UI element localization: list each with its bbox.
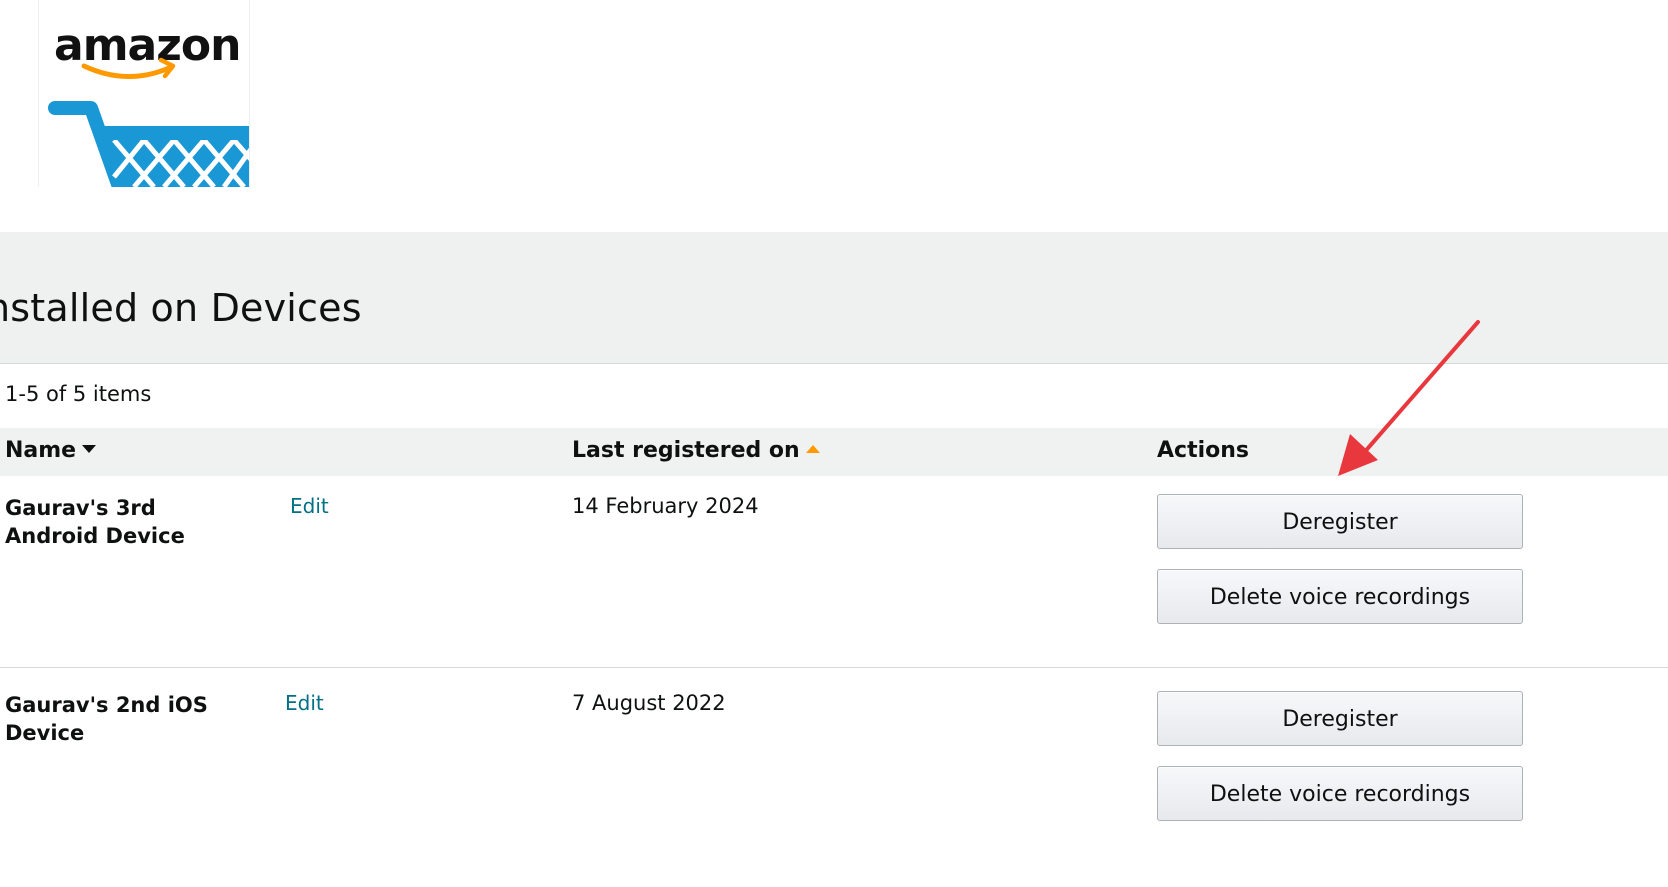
column-header-last-registered[interactable]: Last registered on [572, 438, 820, 463]
page-title: nstalled on Devices [0, 286, 362, 330]
column-header-actions-label: Actions [1157, 438, 1249, 463]
amazon-logo-graphic: amazon [48, 20, 249, 187]
item-count: 1-5 of 5 items [5, 382, 152, 406]
column-header-name-label: Name [5, 438, 77, 463]
column-header-name[interactable]: Name [5, 438, 97, 463]
table-header: Name Last registered on Actions [0, 428, 1668, 476]
deregister-button[interactable]: Deregister [1157, 691, 1523, 746]
last-registered-date: 14 February 2024 [572, 494, 759, 518]
page: amazon nstalled on Devices 1-5 of 5 item… [0, 0, 1668, 887]
device-name: Gaurav's 3rd Android Device [5, 496, 185, 548]
amazon-app-logo: amazon [38, 0, 250, 187]
table-row: Gaurav's 3rd Android Device Edit 14 Febr… [0, 494, 1668, 668]
shopping-cart-icon [48, 101, 249, 187]
column-header-last-registered-label: Last registered on [572, 438, 800, 463]
deregister-button[interactable]: Deregister [1157, 494, 1523, 549]
sort-ascending-icon[interactable] [805, 445, 820, 453]
device-name: Gaurav's 2nd iOS Device [5, 693, 208, 745]
delete-voice-recordings-button[interactable]: Delete voice recordings [1157, 569, 1523, 624]
edit-device-name-link[interactable]: Edit [290, 494, 329, 518]
sort-descending-icon[interactable] [82, 445, 97, 453]
table-row: Gaurav's 2nd iOS Device Edit 7 August 20… [0, 691, 1668, 887]
delete-voice-recordings-button[interactable]: Delete voice recordings [1157, 766, 1523, 821]
row-divider [0, 667, 1668, 668]
last-registered-date: 7 August 2022 [572, 691, 726, 715]
edit-device-name-link[interactable]: Edit [285, 691, 324, 715]
amazon-wordmark: amazon [54, 20, 240, 71]
column-header-actions: Actions [1157, 438, 1249, 463]
